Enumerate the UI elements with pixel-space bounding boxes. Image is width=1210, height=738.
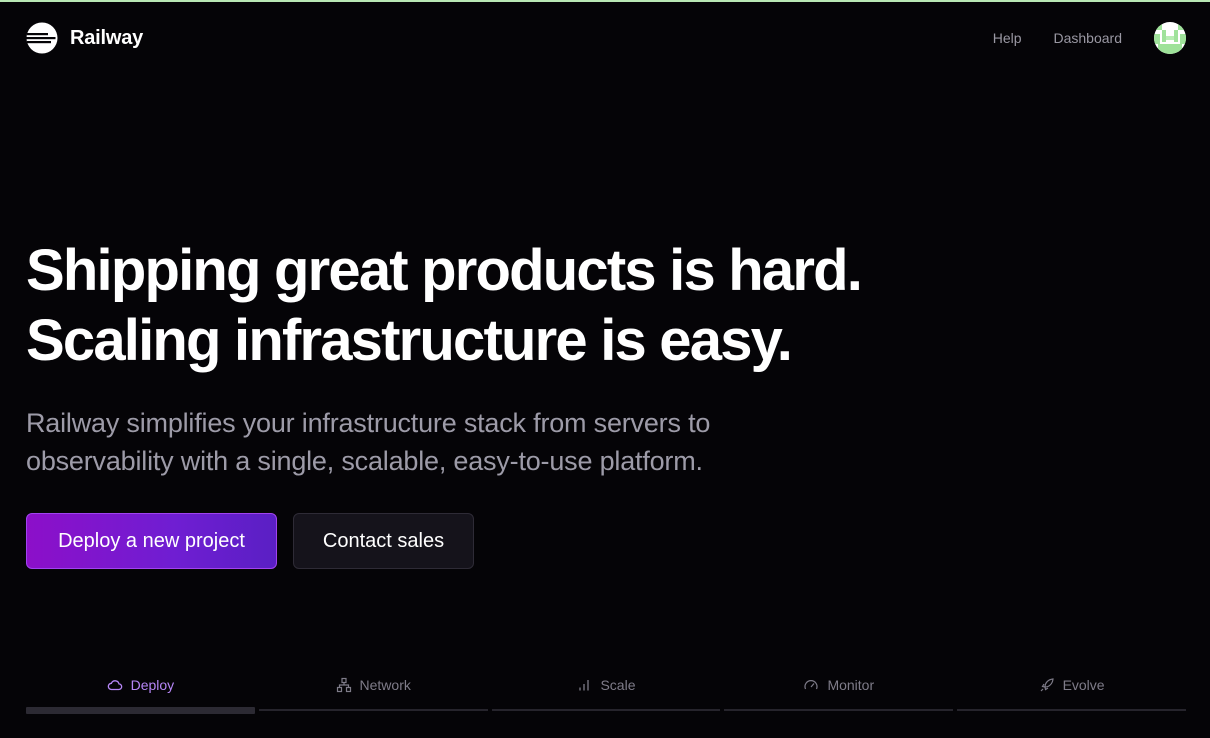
railway-logo-icon: [26, 22, 58, 54]
cloud-icon: [107, 680, 122, 691]
tab-indicator: [491, 709, 721, 711]
hero-subtitle: Railway simplifies your infrastructure s…: [26, 408, 711, 476]
headline-line-2: Scaling infrastructure is easy.: [26, 308, 793, 373]
tab-scale[interactable]: Scale: [491, 663, 721, 715]
user-avatar[interactable]: [1154, 22, 1186, 54]
tab-network[interactable]: Network: [258, 663, 488, 715]
tab-deploy[interactable]: Deploy: [26, 663, 255, 715]
dashboard-link[interactable]: Dashboard: [1054, 30, 1123, 46]
tab-label: Scale: [600, 677, 636, 693]
bar-chart-icon: [579, 680, 590, 691]
headline-line-1: Shipping great products is hard.: [26, 238, 863, 303]
tab-label: Monitor: [827, 677, 875, 693]
tab-evolve[interactable]: Evolve: [957, 663, 1186, 715]
help-link[interactable]: Help: [993, 30, 1022, 46]
tab-indicator: [957, 709, 1186, 711]
brand[interactable]: Railway: [26, 22, 143, 54]
tab-indicator: [258, 709, 488, 711]
tab-label: Network: [359, 677, 411, 693]
tab-label: Evolve: [1062, 677, 1105, 693]
gauge-icon: [804, 680, 819, 690]
tab-indicator: [26, 707, 255, 714]
tab-indicator: [724, 709, 954, 711]
network-icon: [336, 677, 351, 693]
contact-sales-button[interactable]: Contact sales: [293, 513, 474, 569]
brand-name: Railway: [70, 26, 144, 49]
site-header: Railway Help Dashboard: [0, 2, 1210, 74]
feature-tabs: Deploy Network Scale Monitor Evolve: [26, 663, 1186, 715]
hero-section: Shipping great products is hard. Scaling…: [26, 236, 1026, 569]
hero-headline: Shipping great products is hard. Scaling…: [26, 236, 1026, 376]
tab-monitor[interactable]: Monitor: [724, 663, 954, 715]
rocket-icon: [1040, 678, 1054, 692]
tab-label: Deploy: [130, 677, 175, 693]
hero-actions: Deploy a new project Contact sales: [26, 513, 1026, 569]
deploy-project-button[interactable]: Deploy a new project: [26, 513, 277, 569]
top-nav: Help Dashboard: [993, 22, 1186, 54]
